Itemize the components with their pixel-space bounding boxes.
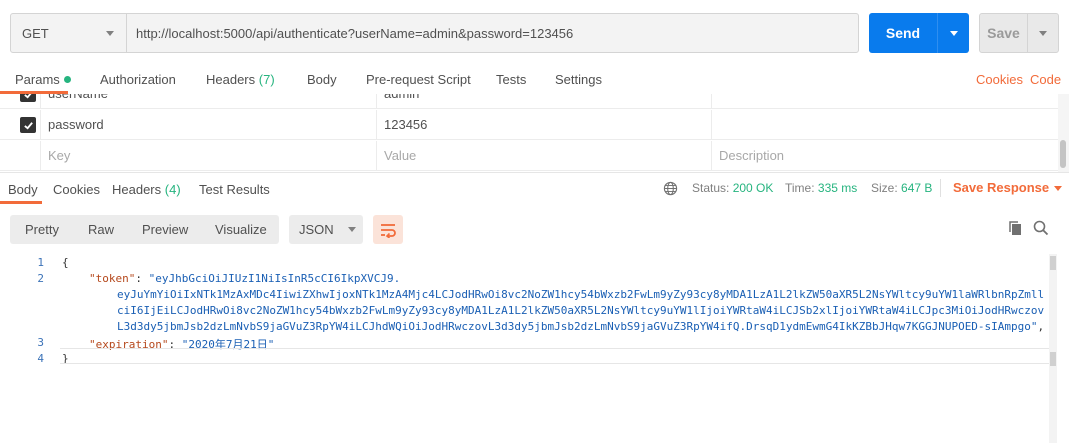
tab-response-body[interactable]: Body	[8, 182, 38, 197]
cookies-link[interactable]: Cookies	[976, 72, 1023, 87]
tab-pre-request-script[interactable]: Pre-request Script	[366, 72, 471, 87]
status-label: Status:	[692, 181, 730, 195]
search-icon-glyph	[1033, 220, 1049, 236]
param-description[interactable]	[711, 94, 1058, 108]
json-string-wrap: ciI6IjEiLCJodHRwOi8vc2NoZW1hcy54bWxzb2Fw…	[117, 304, 1045, 317]
line-number: 3	[37, 336, 44, 349]
param-key[interactable]: password	[40, 110, 376, 139]
line-number: 2	[37, 272, 44, 285]
scrollbar-thumb[interactable]	[1050, 256, 1056, 270]
status-divider	[940, 179, 941, 197]
raw-button[interactable]: Raw	[88, 222, 114, 237]
param-key[interactable]: userName	[40, 94, 376, 108]
params-table: userName admin password 123456 Key Value…	[0, 94, 1069, 172]
json-open-brace: {	[62, 256, 69, 269]
url-input[interactable]: http://localhost:5000/api/authenticate?u…	[127, 14, 858, 52]
scrollbar-marker	[1050, 352, 1056, 366]
send-button[interactable]: Send	[869, 13, 969, 53]
save-dropdown[interactable]	[1028, 30, 1058, 36]
json-string: L3d3dy5jbmJsb2dzLmNvbS9jaGVuZ3RpYW4iLCJh…	[117, 320, 1038, 333]
param-value[interactable]: 123456	[376, 110, 711, 139]
tab-response-headers-count: (4)	[164, 182, 181, 197]
size-readout: Size: 647 B	[871, 181, 932, 195]
tab-authorization[interactable]: Authorization	[100, 72, 176, 87]
save-label: Save	[987, 25, 1020, 41]
copy-icon[interactable]	[1006, 219, 1024, 237]
table-row-new: Key Value Description	[0, 141, 1058, 171]
tab-test-results[interactable]: Test Results	[199, 182, 270, 197]
time-readout: Time: 335 ms	[785, 181, 857, 195]
chevron-down-icon	[106, 30, 114, 36]
tab-body[interactable]: Body	[307, 72, 337, 87]
status-value: 200 OK	[732, 181, 774, 195]
param-value[interactable]: admin	[376, 94, 711, 108]
wrap-lines-icon	[381, 223, 396, 238]
tab-settings[interactable]: Settings	[555, 72, 602, 87]
save-response-label: Save Response	[953, 180, 1050, 195]
chevron-down-icon	[949, 30, 958, 36]
json-key: "token"	[89, 272, 136, 285]
new-description-input[interactable]: Description	[711, 141, 1058, 170]
globe-icon[interactable]	[663, 181, 678, 196]
view-mode-group: Pretty Raw Preview Visualize	[10, 215, 279, 244]
tab-tests[interactable]: Tests	[496, 72, 526, 87]
checkbox[interactable]	[20, 117, 36, 133]
params-scrollbar[interactable]	[1058, 94, 1069, 172]
size-label: Size:	[871, 181, 898, 195]
tab-headers-count: (7)	[258, 72, 275, 87]
code-link[interactable]: Code	[1030, 72, 1061, 87]
time-label: Time:	[785, 181, 815, 195]
new-value-input[interactable]: Value	[376, 141, 711, 170]
tab-response-headers-label: Headers	[112, 182, 162, 197]
send-label: Send	[885, 25, 921, 41]
pretty-button[interactable]: Pretty	[25, 222, 59, 237]
status-readout: Status: 200 OK	[692, 181, 773, 195]
save-button[interactable]: Save	[979, 13, 1059, 53]
tab-headers[interactable]: Headers (7)	[206, 72, 275, 87]
checkbox[interactable]	[20, 94, 36, 102]
send-dropdown[interactable]	[938, 30, 969, 36]
tab-headers-label: Headers	[206, 72, 256, 87]
format-select[interactable]: JSON	[289, 215, 363, 244]
check-icon	[23, 94, 31, 99]
tab-response-headers[interactable]: Headers (4)	[112, 182, 181, 197]
new-key-input[interactable]: Key	[40, 141, 376, 170]
editor-scrollbar[interactable]	[1049, 254, 1057, 443]
time-value: 335 ms	[817, 181, 858, 195]
format-label: JSON	[299, 222, 334, 237]
search-icon[interactable]	[1032, 219, 1050, 237]
line-number: 1	[37, 256, 44, 269]
json-string: "eyJhbGciOiJIUzI1NiIsInR5cCI6IkpXVCJ9.	[148, 272, 401, 285]
json-string-wrap-end: L3d3dy5jbmJsb2dzLmNvbS9jaGVuZ3RpYW4iLCJh…	[117, 320, 1045, 333]
tab-params[interactable]: Params	[15, 72, 71, 87]
table-row: password 123456	[0, 110, 1058, 140]
json-string-wrap: eyJuYmYiOiIxNTk1MzAxMDc4IiwiZXhwIjoxNTk1…	[117, 288, 1045, 301]
request-tabs: Params Authorization Headers (7) Body Pr…	[0, 64, 1069, 94]
visualize-button[interactable]: Visualize	[215, 222, 267, 237]
request-bar: GET http://localhost:5000/api/authentica…	[10, 13, 859, 53]
line-number: 4	[37, 352, 44, 365]
param-description[interactable]	[711, 110, 1058, 139]
wrap-lines-button[interactable]	[373, 215, 403, 244]
tab-params-label: Params	[15, 72, 60, 87]
active-line-highlight	[60, 348, 1050, 364]
table-row: userName admin	[0, 94, 1058, 109]
active-dot-icon	[63, 76, 71, 84]
copy-icon-glyph	[1009, 221, 1021, 235]
save-response-button[interactable]: Save Response	[953, 180, 1063, 195]
scrollbar-thumb[interactable]	[1060, 140, 1066, 168]
chevron-down-icon	[1039, 30, 1047, 36]
response-active-indicator	[0, 201, 42, 204]
chevron-down-icon	[1054, 186, 1063, 192]
check-icon	[23, 121, 33, 130]
size-value: 647 B	[901, 181, 933, 195]
method-select[interactable]: GET	[11, 14, 127, 52]
json-token-line: "token": "eyJhbGciOiJIUzI1NiIsInR5cCI6Ik…	[89, 272, 401, 285]
chevron-down-icon	[347, 227, 356, 232]
method-label: GET	[22, 25, 49, 41]
tab-response-cookies[interactable]: Cookies	[53, 182, 100, 197]
preview-button[interactable]: Preview	[142, 222, 188, 237]
